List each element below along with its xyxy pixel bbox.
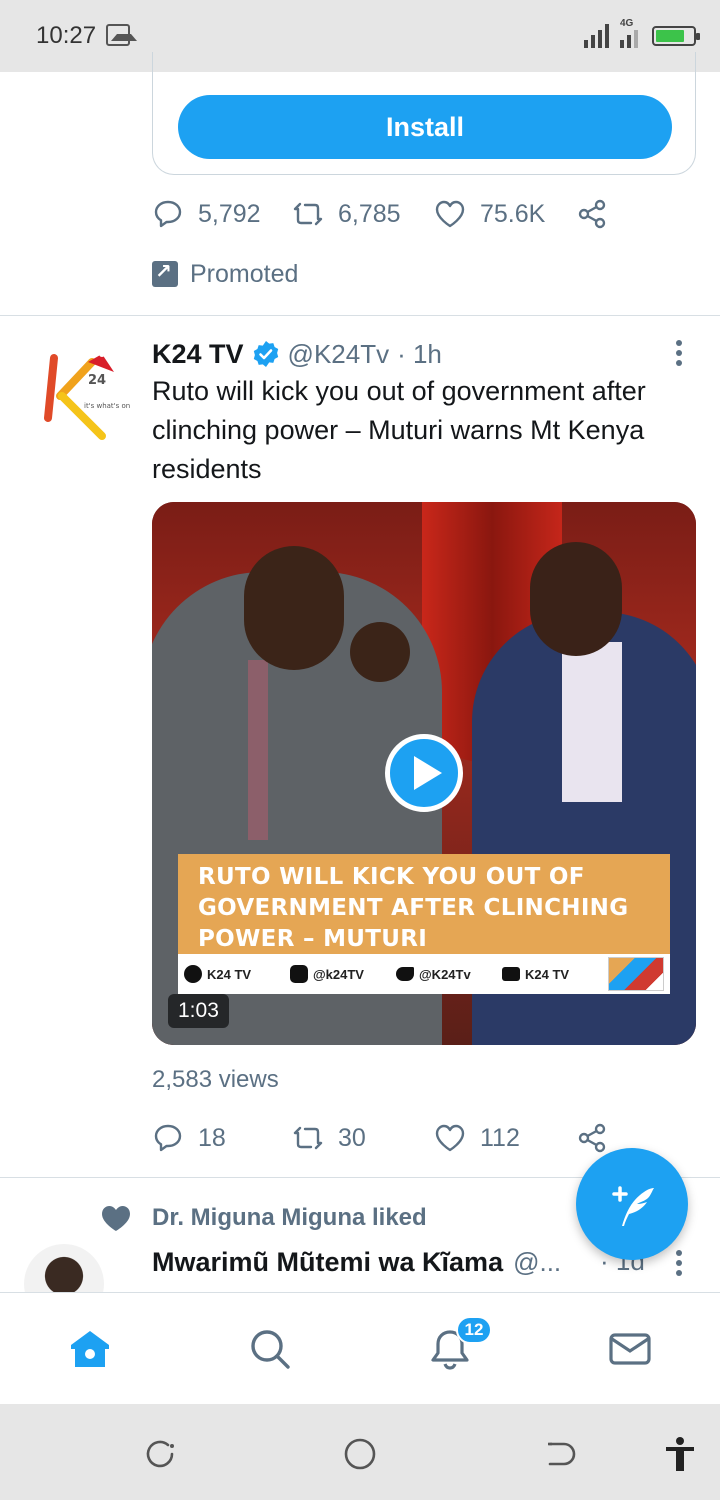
verified-icon [253, 341, 278, 367]
tweet-author-name[interactable]: Mwarimũ Mũtemi wa Kĩama [152, 1247, 503, 1278]
video-banner: RUTO WILL KICK YOU OUT OF GOVERNMENT AFT… [178, 854, 670, 954]
more-icon[interactable] [672, 1246, 686, 1280]
battery-icon [652, 26, 700, 46]
back-icon [548, 1442, 576, 1466]
tweet-author-name[interactable]: K24 TV [152, 339, 244, 370]
nav-messages[interactable] [608, 1327, 652, 1371]
share-icon [578, 1123, 606, 1153]
tweet-time: · 1h [397, 338, 442, 369]
social-instagram-label: @k24TV [313, 966, 364, 982]
svg-text:it's what's on: it's what's on [84, 402, 130, 410]
tweet-actions: 18 30 112 [152, 1118, 622, 1158]
like-icon [435, 200, 465, 228]
install-button[interactable]: Install [178, 95, 672, 159]
play-icon[interactable] [385, 734, 463, 812]
promoted-label[interactable]: Promoted [152, 258, 298, 290]
social-context[interactable]: Dr. Miguna Miguna liked [100, 1202, 427, 1234]
tweet-header: K24 TV @K24Tv · 1h [152, 336, 442, 372]
promoted-icon [152, 259, 178, 287]
video-thumbnail-head-right [530, 542, 622, 656]
video-banner-text: RUTO WILL KICK YOU OUT OF GOVERNMENT AFT… [198, 864, 629, 952]
accessibility-icon [666, 1437, 694, 1471]
home-icon [71, 1331, 109, 1367]
tweet-text: Ruto will kick you out of government aft… [152, 376, 646, 484]
svg-text:24: 24 [88, 373, 106, 388]
retweet-count: 6,785 [338, 199, 401, 228]
social-twitter: @K24Tv [396, 967, 496, 982]
like-button[interactable]: 112 [434, 1122, 576, 1154]
share-button[interactable] [576, 198, 622, 230]
messages-icon [609, 1333, 651, 1365]
recents-icon [146, 1440, 174, 1468]
social-youtube: K24 TV [502, 967, 602, 982]
share-button[interactable] [576, 1122, 622, 1154]
promoted-tweet-actions: 5,792 6,785 75.6K [152, 194, 622, 234]
retweet-icon [293, 1126, 323, 1150]
compose-icon [612, 1186, 654, 1226]
notifications-badge: 12 [456, 1316, 492, 1344]
nav-search[interactable] [248, 1327, 292, 1371]
promoted-text: Promoted [190, 259, 299, 288]
social-facebook: K24 TV [184, 965, 284, 983]
reply-count: 18 [198, 1123, 226, 1152]
signal-icon [584, 24, 638, 48]
retweet-icon [293, 202, 323, 226]
image-icon [106, 24, 137, 46]
k24-avatar[interactable]: 24 it's what's on [44, 352, 132, 440]
tweet-video[interactable]: RUTO WILL KICK YOU OUT OF GOVERNMENT AFT… [152, 502, 696, 1045]
home-circle-icon [344, 1438, 376, 1470]
heart-icon [102, 1206, 130, 1231]
search-icon [251, 1330, 290, 1369]
like-count: 112 [480, 1123, 520, 1152]
divider [0, 315, 720, 316]
compose-tweet-button[interactable] [576, 1148, 688, 1260]
system-navigation [0, 1404, 720, 1500]
reply-button[interactable]: 18 [152, 1122, 292, 1154]
social-twitter-label: @K24Tv [419, 966, 471, 982]
video-duration: 1:03 [168, 994, 229, 1028]
nav-home[interactable] [68, 1327, 112, 1371]
back-button[interactable] [542, 1436, 578, 1472]
bottom-navigation [0, 1292, 720, 1404]
social-youtube-label: K24 TV [525, 966, 570, 982]
retweet-button[interactable]: 6,785 [292, 198, 434, 230]
retweet-button[interactable]: 30 [292, 1122, 434, 1154]
status-time: 10:27 [36, 22, 97, 49]
video-thumbnail-shirt [562, 642, 622, 802]
home-button[interactable] [342, 1436, 378, 1472]
video-social-strip: K24 TV @k24TV @K24Tv K24 TV [178, 954, 670, 994]
like-button[interactable]: 75.6K [434, 198, 576, 230]
tweet-author-handle[interactable]: @... [513, 1247, 561, 1278]
video-thumbnail-hand [350, 622, 410, 682]
tweet-author-handle[interactable]: @K24Tv [288, 339, 390, 370]
liked-by-text: Dr. Miguna Miguna liked [152, 1204, 427, 1231]
video-thumbnail-tie [248, 660, 268, 840]
more-icon[interactable] [672, 336, 686, 370]
promoted-card: Install [152, 52, 696, 175]
reply-icon [154, 200, 182, 228]
like-icon [435, 1124, 465, 1152]
social-facebook-label: K24 TV [207, 966, 252, 982]
share-icon [578, 199, 606, 229]
reply-count: 5,792 [198, 199, 261, 228]
like-count: 75.6K [480, 199, 546, 228]
accessibility-button[interactable] [662, 1436, 698, 1472]
tweet-header: Mwarimũ Mũtemi wa Kĩama @... [152, 1244, 652, 1280]
retweet-count: 30 [338, 1123, 366, 1152]
reply-button[interactable]: 5,792 [152, 198, 292, 230]
video-views: 2,583 views [152, 1066, 279, 1093]
mediamax-logo [608, 957, 664, 991]
reply-icon [154, 1124, 182, 1152]
video-thumbnail-head-left [244, 546, 344, 670]
social-instagram: @k24TV [290, 965, 390, 983]
recents-button[interactable] [142, 1436, 178, 1472]
network-type: 4G [620, 18, 634, 29]
